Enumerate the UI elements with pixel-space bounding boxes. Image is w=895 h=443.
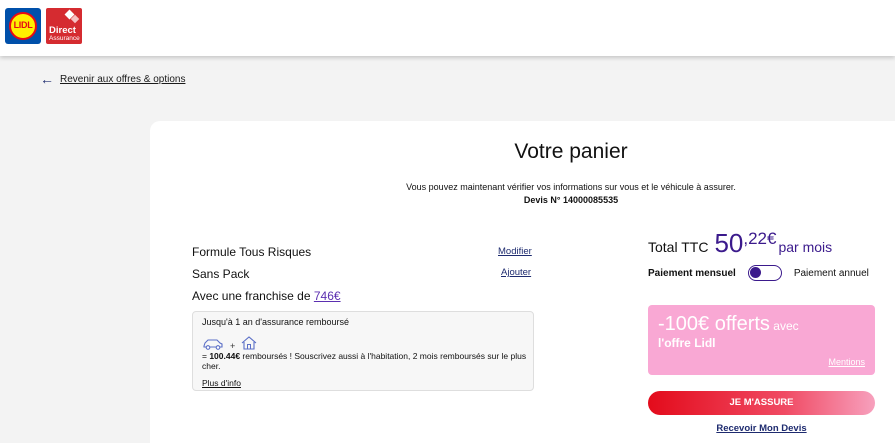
- toggle-knob: [749, 267, 761, 278]
- refund-description: = 100.44€ remboursés ! Souscrivez aussi …: [202, 351, 527, 371]
- payment-toggle[interactable]: [747, 265, 782, 281]
- top-header: LIDL Direct Assurance: [0, 0, 895, 56]
- monthly-label: Paiement mensuel: [648, 267, 736, 279]
- formula-label: Formule Tous Risques: [192, 245, 312, 259]
- franchise-prefix: Avec une franchise de: [192, 289, 314, 303]
- logo-diamond-pink: [70, 14, 80, 24]
- promo-headline-suffix: avec: [769, 319, 799, 333]
- total-amount-cents: ,22€: [743, 229, 777, 248]
- page-title: Votre panier: [514, 140, 628, 163]
- modify-formula-link[interactable]: Modifier: [498, 246, 532, 257]
- pack-label: Sans Pack: [192, 267, 250, 281]
- refund-headline: Jusqu'à 1 an d'assurance remboursé: [202, 317, 350, 327]
- annual-label: Paiement annuel: [793, 267, 869, 279]
- back-to-offers-link[interactable]: ← Revenir aux offres & options: [40, 72, 185, 86]
- direct-assurance-logo[interactable]: Direct Assurance: [46, 8, 82, 44]
- total-amount-int: 50: [714, 228, 744, 258]
- arrow-left-icon: ←: [40, 71, 54, 87]
- page-subtitle: Vous pouvez maintenant vérifier vos info…: [406, 182, 736, 192]
- receive-quote-link[interactable]: Recevoir Mon Devis: [648, 423, 875, 434]
- franchise-amount-link[interactable]: 746€: [314, 289, 341, 303]
- franchise-line: Avec une franchise de 746€: [192, 289, 341, 303]
- payment-frequency: Paiement mensuel Paiement annuel: [648, 265, 869, 281]
- promo-banner: -100€ offerts avec l'offre Lidl Mentions: [648, 305, 875, 375]
- add-pack-link[interactable]: Ajouter: [501, 267, 531, 278]
- total-label: Total TTC: [648, 239, 709, 255]
- total-price: Total TTC 50 ,22€ par mois: [648, 228, 832, 259]
- devis-number: Devis N° 14000085535: [523, 195, 619, 205]
- promo-headline: -100€ offerts avec: [658, 313, 799, 336]
- total-period: par mois: [778, 239, 833, 255]
- refund-desc-text: remboursés ! Souscrivez aussi à l'habita…: [202, 351, 527, 371]
- logo-text-assurance: Assurance: [49, 35, 80, 42]
- plus-sign: +: [230, 340, 236, 351]
- back-link-label: Revenir aux offres & options: [60, 73, 186, 85]
- lidl-logo[interactable]: LIDL: [5, 8, 41, 44]
- promo-headline-main: -100€ offerts: [658, 313, 770, 335]
- lidl-logo-text: LIDL: [13, 20, 33, 30]
- refund-amount: 100.44€: [209, 351, 241, 361]
- mentions-link[interactable]: Mentions: [828, 357, 865, 367]
- promo-sub: l'offre Lidl: [658, 336, 716, 350]
- subscribe-button[interactable]: JE M'ASSURE: [648, 391, 875, 415]
- more-info-link[interactable]: Plus d'info: [202, 378, 241, 388]
- refund-info-box: Jusqu'à 1 an d'assurance remboursé + = 1…: [192, 311, 534, 391]
